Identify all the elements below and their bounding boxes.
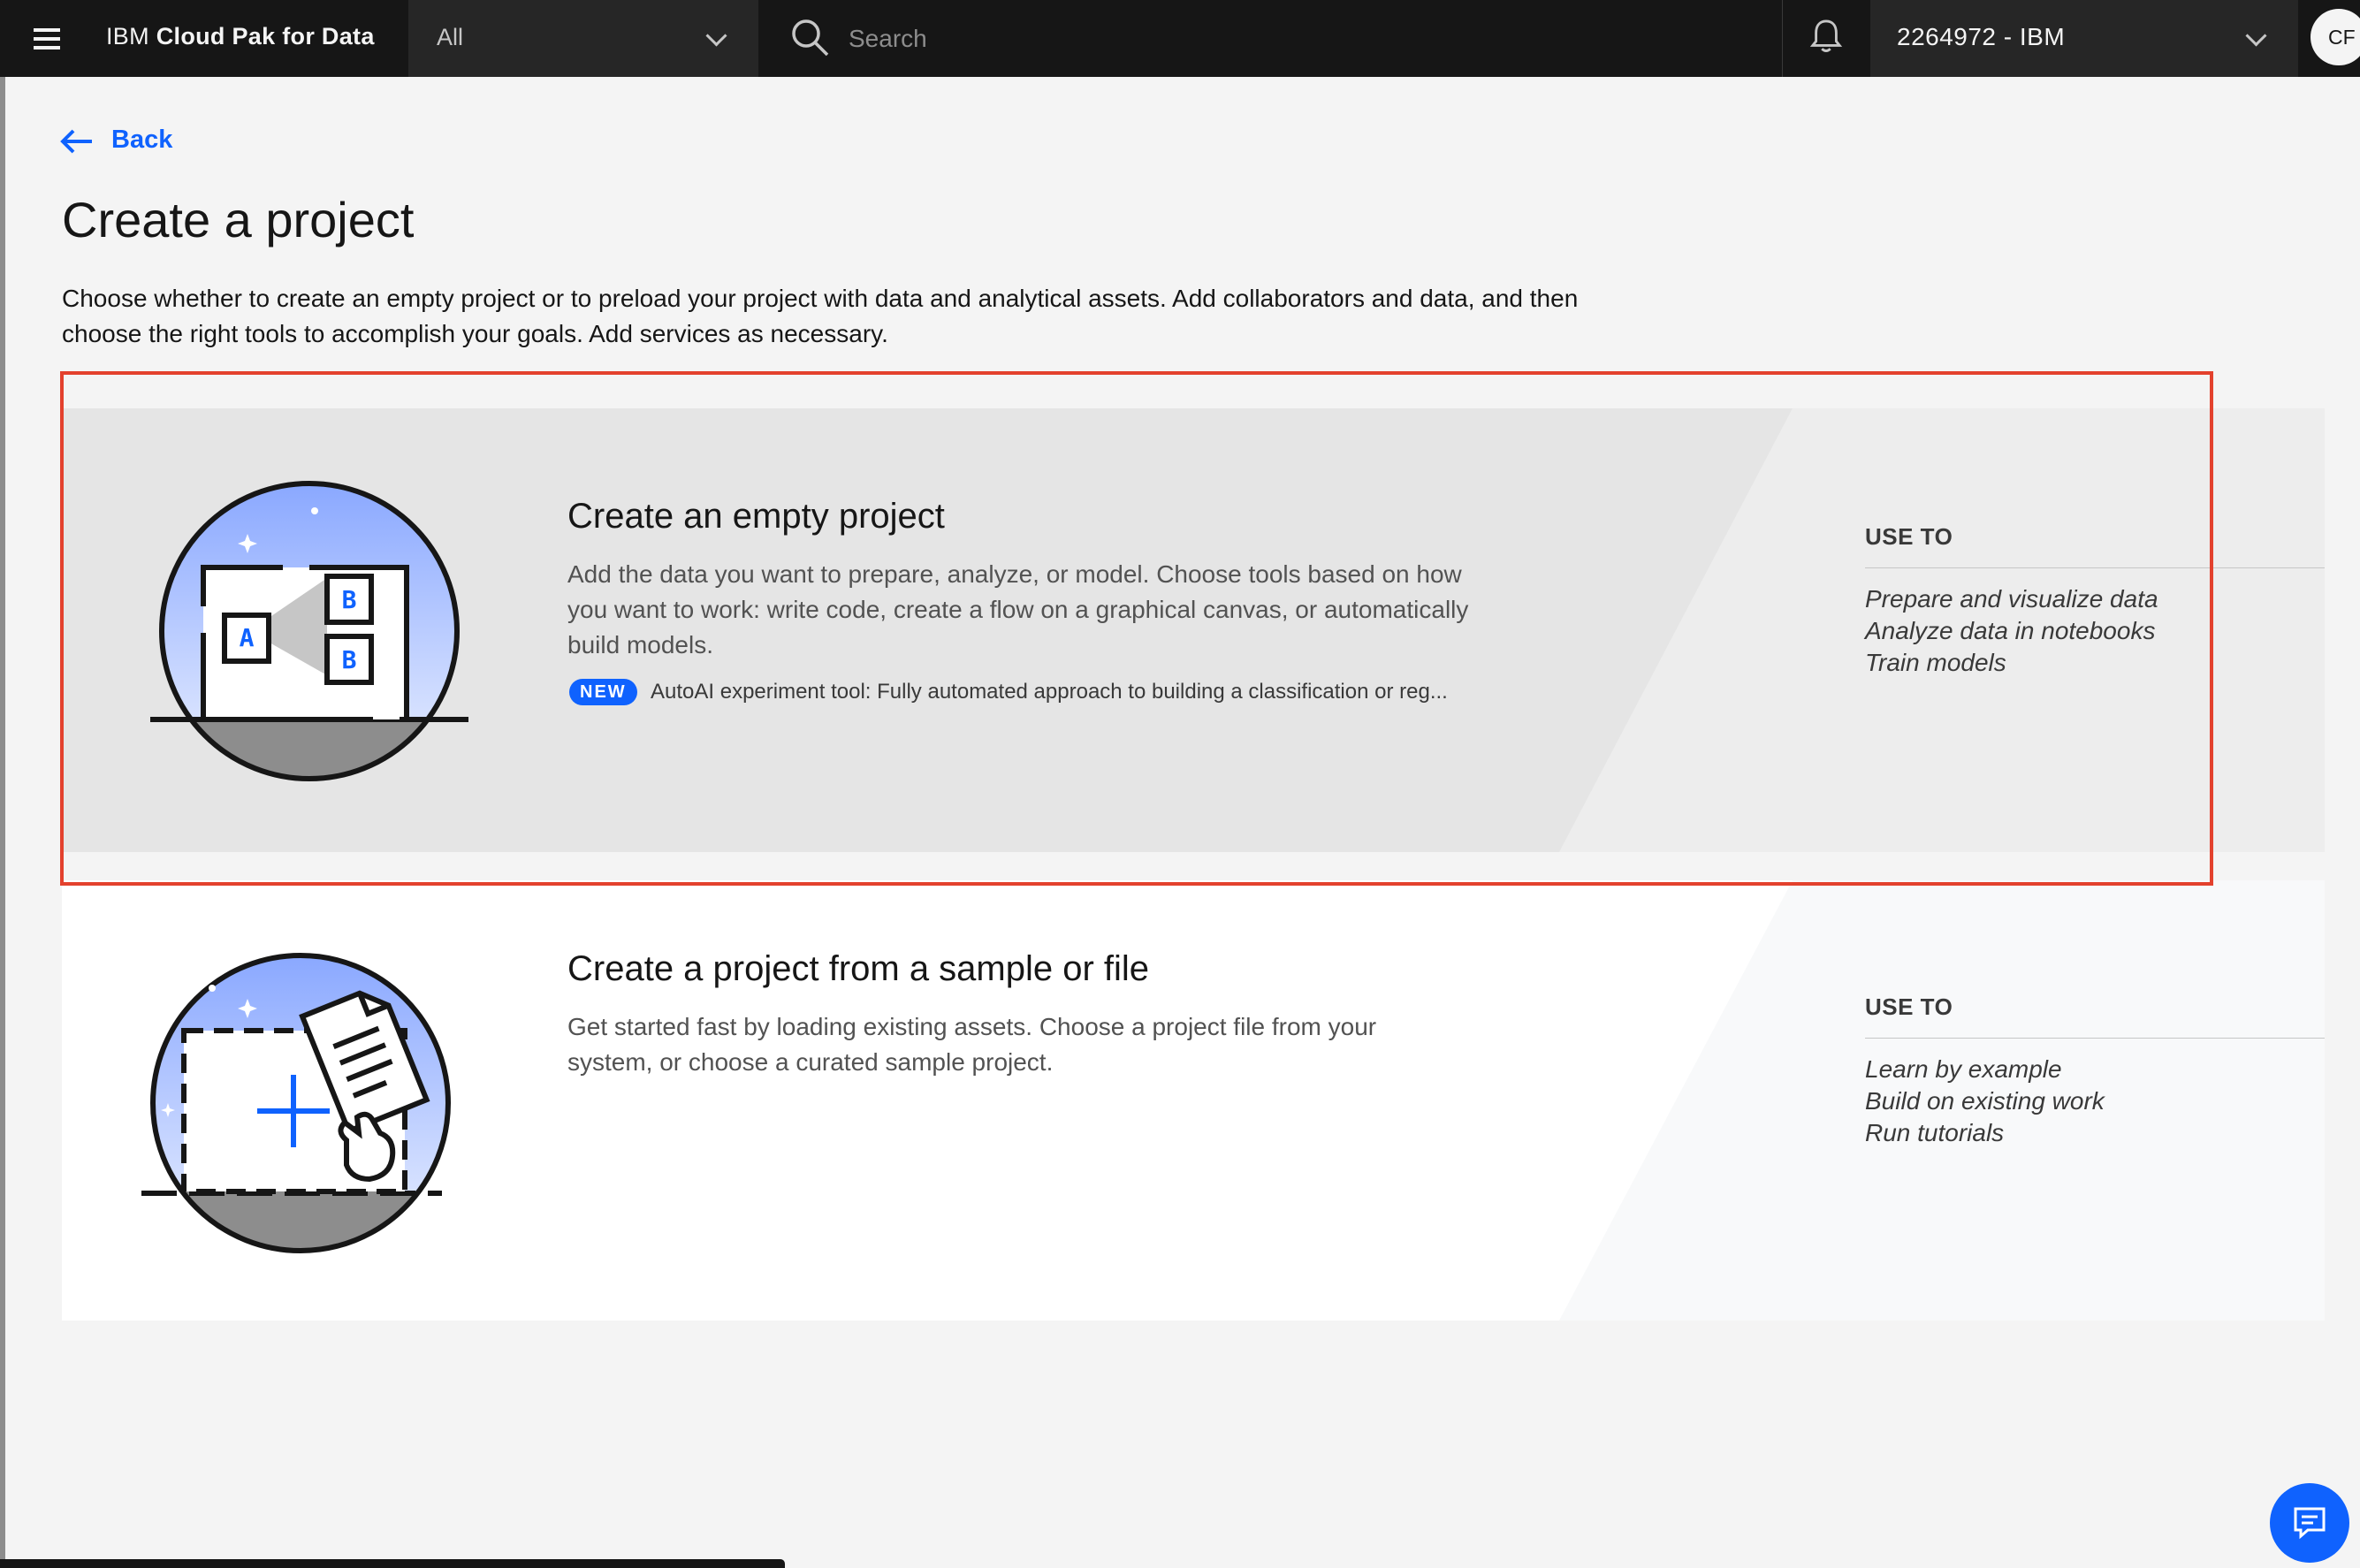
- divider: [1865, 567, 2325, 568]
- illustration-letter-b: B: [342, 645, 357, 674]
- list-item: Build on existing work: [1865, 1087, 2105, 1115]
- list-item: Prepare and visualize data: [1865, 585, 2158, 613]
- global-search: [762, 0, 1782, 77]
- arrow-left-icon: [60, 129, 92, 154]
- illustration-letter-b: B: [342, 585, 357, 614]
- chat-button[interactable]: [2270, 1483, 2349, 1563]
- illustration-letter-a: A: [240, 623, 255, 652]
- avatar[interactable]: CF: [2311, 9, 2360, 65]
- scope-dropdown-value: All: [437, 24, 464, 50]
- account-label: 2264972 - IBM: [1897, 23, 2066, 50]
- list-item: Analyze data in notebooks: [1865, 617, 2156, 644]
- brand-prefix: IBM: [106, 23, 149, 49]
- chat-icon: [2294, 1507, 2326, 1540]
- use-to-list: Learn by example Build on existing work …: [1865, 1054, 2105, 1149]
- brand-name: Cloud Pak for Data: [156, 23, 375, 49]
- card-title: Create a project from a sample or file: [567, 949, 1150, 988]
- sample-project-illustration: [141, 953, 451, 1253]
- window-left-edge: [0, 0, 5, 1568]
- use-to-list: Prepare and visualize data Analyze data …: [1865, 583, 2158, 679]
- create-empty-project-card[interactable]: A B B Create an empty project Add the da…: [62, 408, 2325, 852]
- card-description: Add the data you want to prepare, analyz…: [567, 560, 1469, 658]
- back-label: Back: [111, 126, 173, 154]
- account-switcher[interactable]: 2264972 - IBM: [1870, 0, 2298, 77]
- list-item: Learn by example: [1865, 1055, 2062, 1083]
- page-title: Create a project: [62, 192, 415, 247]
- list-item: Run tutorials: [1865, 1119, 2005, 1146]
- notification-icon: [1809, 19, 1843, 53]
- use-to-heading: USE TO: [1865, 993, 1953, 1020]
- new-badge: NEW: [569, 679, 637, 705]
- notifications-button[interactable]: [1782, 0, 1869, 77]
- top-navigation-bar: IBM Cloud Pak for Data All 2264972 - IBM…: [0, 0, 2360, 77]
- search-icon[interactable]: [790, 18, 829, 57]
- chevron-down-icon: [705, 25, 727, 47]
- empty-project-illustration: A B B: [150, 481, 468, 781]
- autoai-announcement: AutoAI experiment tool: Fully automated …: [651, 680, 1448, 704]
- search-input[interactable]: [847, 16, 1646, 62]
- menu-icon[interactable]: [25, 19, 69, 58]
- card-description: Get started fast by loading existing ass…: [567, 1013, 1377, 1076]
- scope-dropdown[interactable]: All: [408, 0, 758, 77]
- page-description: Choose whether to create an empty projec…: [62, 285, 1579, 347]
- card-title: Create an empty project: [567, 497, 945, 536]
- create-from-sample-card[interactable]: Create a project from a sample or file G…: [62, 880, 2325, 1321]
- divider: [1865, 1038, 2325, 1039]
- horizontal-scrollbar[interactable]: [0, 1559, 785, 1568]
- use-to-heading: USE TO: [1865, 523, 1953, 550]
- product-name[interactable]: IBM Cloud Pak for Data: [106, 0, 375, 77]
- chevron-down-icon: [2245, 25, 2267, 47]
- list-item: Train models: [1865, 649, 2006, 676]
